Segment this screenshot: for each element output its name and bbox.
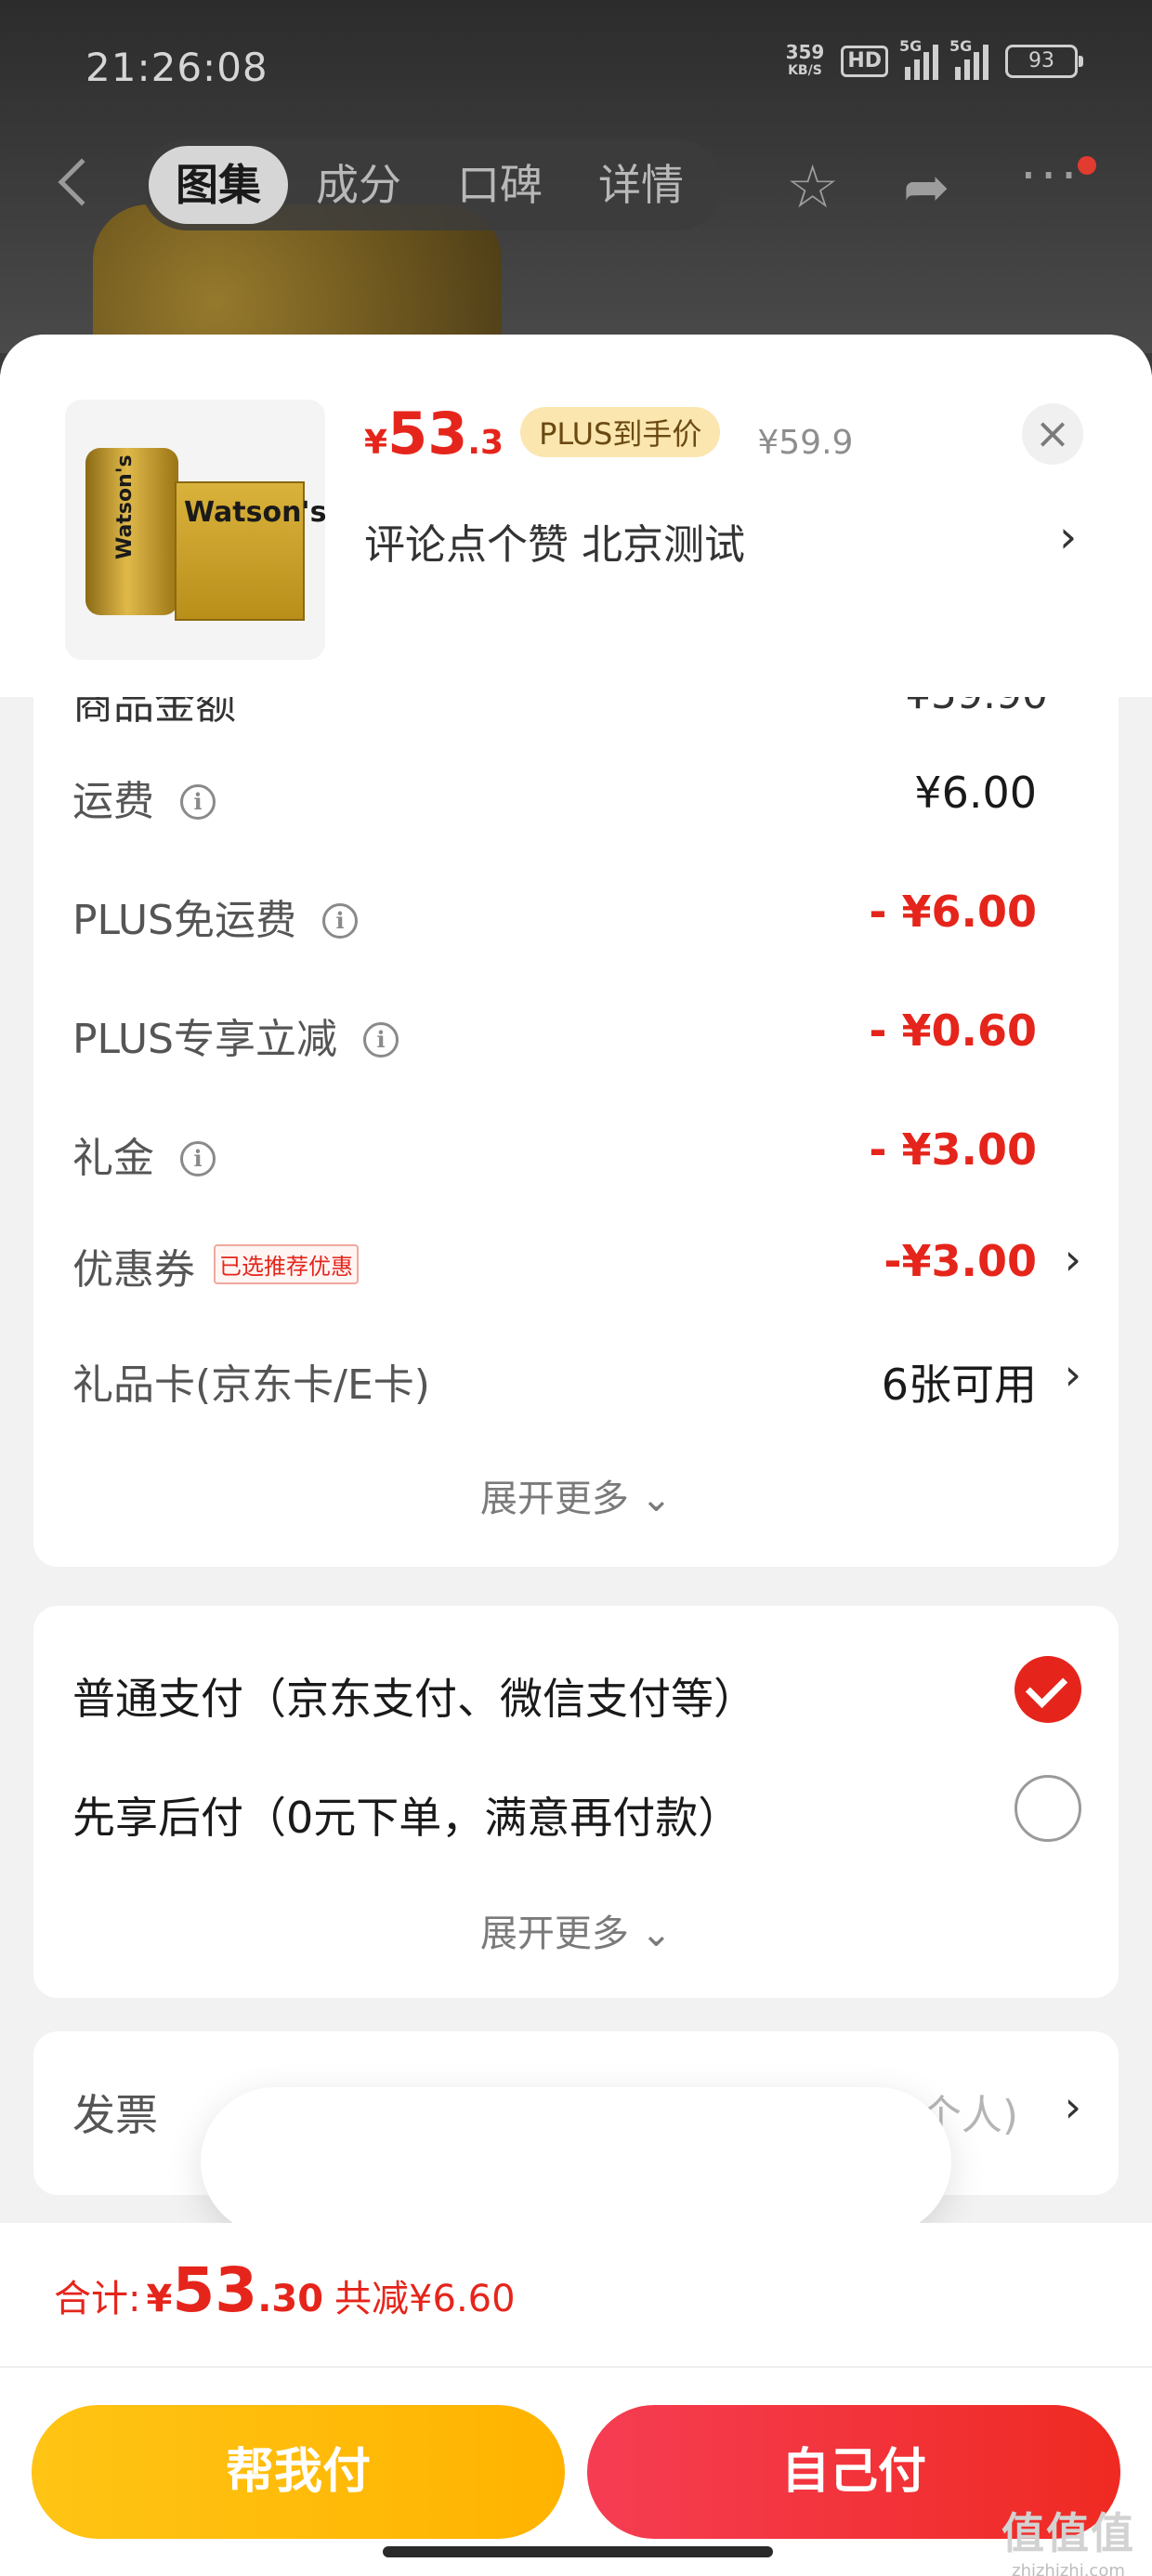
- radio-checked-icon[interactable]: [1015, 1656, 1081, 1723]
- total-label: 合计:: [54, 2278, 141, 2320]
- signal-icon: 5G: [899, 37, 938, 80]
- fee-value: ¥6.00: [914, 768, 1037, 818]
- network-speed: 359 KB/S: [785, 41, 825, 78]
- close-button[interactable]: ×: [1022, 403, 1083, 465]
- payment-option-pay-later[interactable]: 先享后付（0元下单，满意再付款）: [72, 1769, 1081, 1853]
- signal-icon-2: 5G: [949, 37, 988, 80]
- partial-fee-row: 商品金额 ¥59.90: [72, 697, 1048, 729]
- total-integer: 53: [172, 2254, 258, 2326]
- tab-details[interactable]: 详情: [570, 146, 712, 224]
- total-currency: ¥: [146, 2278, 173, 2320]
- radio-unchecked-icon[interactable]: [1015, 1775, 1081, 1842]
- favorite-star-icon[interactable]: ☆: [786, 158, 839, 217]
- back-arrow-icon[interactable]: [58, 158, 106, 206]
- battery-icon: 93: [1005, 45, 1083, 78]
- toast-popup: [201, 2087, 951, 2236]
- chevron-down-icon: ⌄: [628, 1912, 673, 1955]
- total-decimal: .30: [257, 2278, 324, 2320]
- invoice-label: 发票: [72, 2090, 158, 2140]
- fee-row-plus-free-shipping: PLUS免运费 i - ¥6.00: [72, 887, 1037, 944]
- product-can-image: Watson's: [85, 448, 178, 615]
- info-icon[interactable]: i: [363, 1022, 399, 1058]
- status-icons: 359 KB/S HD 5G 5G 93: [785, 37, 1083, 80]
- chevron-down-icon: ⌄: [628, 1478, 673, 1520]
- total-row: 合计: ¥ 53 .30 共减¥6.60: [54, 2254, 516, 2326]
- home-indicator[interactable]: [383, 2546, 773, 2557]
- checkout-footer: 合计: ¥ 53 .30 共减¥6.60 帮我付 自己付: [0, 2223, 1152, 2576]
- chevron-right-icon[interactable]: ›: [1065, 1349, 1081, 1400]
- coupon-value: -¥3.00: [884, 1236, 1037, 1286]
- product-spec[interactable]: 评论点个赞 北京测试: [364, 511, 745, 571]
- sheet-header: Watson's Watson's ¥ 53 .3 PLUS到手价 ¥59.9 …: [0, 335, 1152, 697]
- info-icon[interactable]: i: [322, 903, 358, 939]
- info-icon[interactable]: i: [180, 784, 216, 820]
- tab-ingredients[interactable]: 成分: [288, 146, 429, 224]
- share-icon[interactable]: ➦: [903, 158, 949, 217]
- fee-value: - ¥0.60: [869, 1005, 1037, 1056]
- fee-value: - ¥3.00: [869, 1124, 1037, 1175]
- price-decimal: .3: [467, 424, 504, 462]
- help-me-pay-button[interactable]: 帮我付: [32, 2405, 565, 2539]
- total-savings: 共减¥6.60: [334, 2278, 516, 2320]
- fee-row-plus-discount: PLUS专享立减 i - ¥0.60: [72, 1005, 1037, 1063]
- status-bar: 21:26:08 359 KB/S HD 5G 5G 93: [0, 0, 1152, 139]
- tab-gallery[interactable]: 图集: [149, 146, 288, 224]
- fee-row-gift-money: 礼金 i - ¥3.00: [72, 1124, 1037, 1182]
- fee-breakdown-card: 商品金额 ¥59.90 运费i ¥6.00 PLUS免运费i - ¥6.00 P…: [33, 697, 1119, 1567]
- fee-row-gift-card[interactable]: 礼品卡(京东卡/E卡) 6张可用 ›: [72, 1340, 1081, 1414]
- footer-divider: [0, 2366, 1152, 2368]
- gift-card-value: 6张可用: [881, 1360, 1037, 1410]
- original-price: ¥59.9: [757, 424, 854, 462]
- fee-value: - ¥6.00: [869, 887, 1037, 937]
- watermark-logo: 值值值 zhizhizhi.com: [1001, 2508, 1135, 2576]
- fee-row-shipping: 运费 i ¥6.00: [72, 768, 1037, 825]
- price-integer: 53: [387, 400, 468, 467]
- expand-more-fees[interactable]: 展开更多 ⌄: [33, 1468, 1119, 1522]
- hd-icon: HD: [841, 46, 888, 77]
- expand-more-payment[interactable]: 展开更多 ⌄: [33, 1903, 1119, 1957]
- payment-option-normal[interactable]: 普通支付（京东支付、微信支付等）: [72, 1650, 1081, 1734]
- checkout-sheet: Watson's Watson's ¥ 53 .3 PLUS到手价 ¥59.9 …: [0, 335, 1152, 2576]
- tab-reviews[interactable]: 口碑: [429, 146, 570, 224]
- product-top-nav: 图集 成分 口碑 详情 ☆ ➦ ···: [0, 139, 1152, 232]
- chevron-right-icon[interactable]: ›: [1065, 2082, 1081, 2132]
- product-price-row: ¥ 53 .3 PLUS到手价 ¥59.9: [364, 400, 853, 467]
- product-box-image: Watson's: [175, 481, 325, 621]
- info-icon[interactable]: i: [180, 1141, 216, 1176]
- product-thumbnail: Watson's Watson's: [65, 400, 325, 660]
- status-time: 21:26:08: [85, 45, 268, 90]
- product-tabs: 图集 成分 口碑 详情: [141, 139, 723, 230]
- chevron-right-icon[interactable]: ›: [1065, 1234, 1081, 1284]
- fee-row-coupon[interactable]: 优惠券 已选推荐优惠 -¥3.00 ›: [72, 1225, 1081, 1299]
- price-currency: ¥: [364, 424, 388, 462]
- chevron-right-icon[interactable]: ›: [1059, 511, 1077, 563]
- plus-price-badge: PLUS到手价: [520, 407, 721, 457]
- payment-method-card: 普通支付（京东支付、微信支付等） 先享后付（0元下单，满意再付款） 展开更多 ⌄: [33, 1606, 1119, 1998]
- more-icon[interactable]: ···: [1020, 147, 1080, 206]
- notification-dot: [1078, 156, 1096, 175]
- coupon-tag: 已选推荐优惠: [214, 1244, 359, 1284]
